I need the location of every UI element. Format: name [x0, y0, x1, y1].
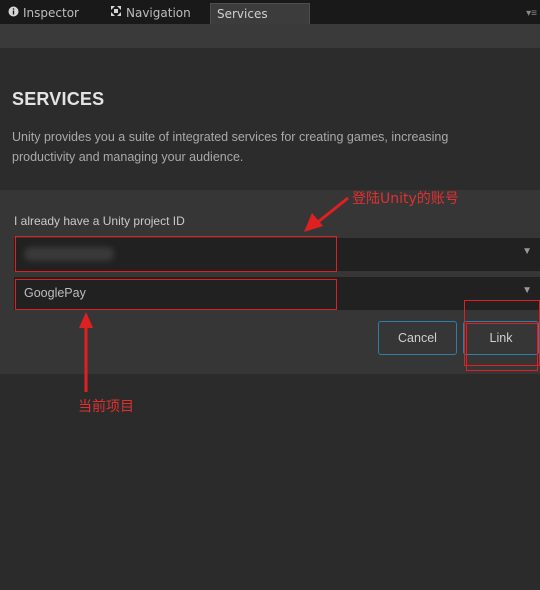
project-dropdown-value: GooglePay: [24, 286, 86, 300]
window-tab-bar: Inspector Navigation Services ▾≡: [0, 0, 540, 24]
services-description: Unity provides you a suite of integrated…: [12, 130, 449, 164]
tab-inspector[interactable]: Inspector: [8, 3, 106, 24]
services-header-section: [0, 48, 540, 190]
annotation-project-note: 当前项目: [78, 399, 134, 415]
navigation-icon: [110, 3, 122, 24]
tab-services[interactable]: Services: [210, 3, 310, 24]
annotation-account-note: 登陆Unity的账号: [352, 191, 459, 207]
tab-navigation[interactable]: Navigation: [110, 3, 206, 24]
tab-navigation-label: Navigation: [126, 6, 191, 20]
link-button[interactable]: Link: [463, 321, 539, 355]
chevron-down-icon: ▼: [522, 246, 532, 257]
tab-services-label: Services: [217, 7, 268, 21]
page-title: SERVICES: [12, 89, 105, 109]
blurred-account-value: [24, 247, 114, 261]
cancel-button[interactable]: Cancel: [378, 321, 457, 355]
account-dropdown[interactable]: ▼: [14, 238, 540, 271]
info-icon: [8, 3, 19, 24]
panel-menu-icon[interactable]: ▾≡: [526, 8, 537, 19]
chevron-down-icon: ▼: [522, 285, 532, 296]
project-id-label: I already have a Unity project ID: [14, 214, 185, 228]
services-toolbar: [0, 24, 540, 48]
project-dropdown[interactable]: GooglePay ▼: [14, 277, 540, 310]
tab-inspector-label: Inspector: [23, 6, 79, 20]
